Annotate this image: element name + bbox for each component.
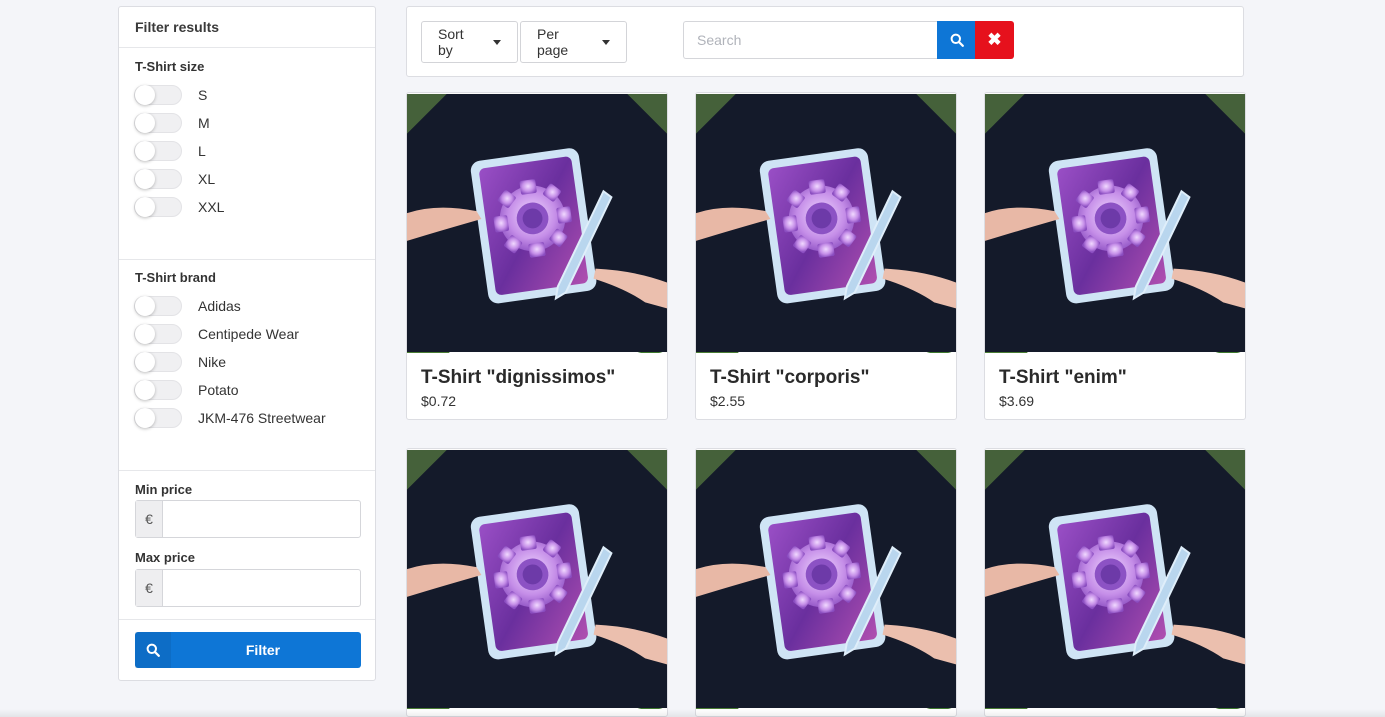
- size-m-toggle[interactable]: [134, 113, 182, 133]
- caret-down-icon: [602, 39, 610, 45]
- toolbar: Sort by Per page ✖: [406, 6, 1244, 77]
- product-card[interactable]: T-Shirt "corporis" $2.55: [695, 92, 957, 420]
- brand-option-centipede: Centipede Wear: [134, 324, 299, 344]
- filter-button[interactable]: Filter: [135, 632, 361, 668]
- product-name[interactable]: T-Shirt "enim": [999, 367, 1245, 389]
- divider: [119, 619, 375, 620]
- brand-adidas-toggle[interactable]: [134, 296, 182, 316]
- product-name[interactable]: T-Shirt "corporis": [710, 367, 956, 389]
- product-image: [407, 93, 667, 353]
- size-group-title: T-Shirt size: [135, 59, 205, 74]
- currency-addon: €: [136, 570, 163, 606]
- brand-adidas-label: Adidas: [198, 298, 241, 314]
- max-price-input[interactable]: [163, 570, 360, 606]
- filter-button-label: Filter: [245, 642, 281, 658]
- sort-by-label: Sort by: [438, 26, 464, 58]
- size-option-xl: XL: [134, 169, 215, 189]
- product-image: [696, 93, 956, 353]
- brand-group-title: T-Shirt brand: [135, 270, 216, 285]
- brand-jkm-label: JKM-476 Streetwear: [198, 410, 326, 426]
- size-option-m: M: [134, 113, 210, 133]
- min-price-input[interactable]: [163, 501, 360, 537]
- product-card[interactable]: T-Shirt "enim" $3.69: [984, 92, 1246, 420]
- product-card[interactable]: [406, 448, 668, 717]
- size-xl-toggle[interactable]: [134, 169, 182, 189]
- brand-centipede-toggle[interactable]: [134, 324, 182, 344]
- brand-potato-label: Potato: [198, 382, 239, 398]
- size-option-xxl: XXL: [134, 197, 224, 217]
- product-price: $3.69: [999, 393, 1035, 409]
- size-m-label: M: [198, 115, 210, 131]
- brand-option-jkm: JKM-476 Streetwear: [134, 408, 326, 428]
- divider: [119, 470, 375, 471]
- brand-option-nike: Nike: [134, 352, 226, 372]
- product-price: $0.72: [421, 393, 457, 409]
- min-price-label: Min price: [135, 482, 193, 497]
- search-button[interactable]: [937, 21, 976, 59]
- divider: [119, 259, 375, 260]
- sidebar-title: Filter results: [119, 7, 375, 48]
- sort-by-dropdown[interactable]: Sort by: [421, 21, 518, 63]
- product-card[interactable]: [984, 448, 1246, 717]
- brand-nike-label: Nike: [198, 354, 227, 370]
- min-price-group: €: [135, 500, 361, 538]
- per-page-dropdown[interactable]: Per page: [520, 21, 627, 63]
- product-card[interactable]: [695, 448, 957, 717]
- size-xxl-toggle[interactable]: [134, 197, 182, 217]
- product-image: [985, 449, 1245, 709]
- brand-potato-toggle[interactable]: [134, 380, 182, 400]
- size-l-label: L: [198, 143, 206, 159]
- per-page-label: Per page: [537, 26, 569, 58]
- size-option-l: L: [134, 141, 206, 161]
- size-l-toggle[interactable]: [134, 141, 182, 161]
- product-price: $2.55: [710, 393, 746, 409]
- size-xl-label: XL: [198, 171, 216, 187]
- max-price-group: €: [135, 569, 361, 607]
- product-card[interactable]: T-Shirt "dignissimos" $0.72: [406, 92, 668, 420]
- size-xxl-label: XXL: [198, 199, 225, 215]
- brand-centipede-label: Centipede Wear: [198, 326, 299, 342]
- size-s-label: S: [198, 87, 208, 103]
- brand-option-potato: Potato: [134, 380, 238, 400]
- size-option-s: S: [134, 85, 207, 105]
- product-image: [985, 93, 1245, 353]
- brand-jkm-toggle[interactable]: [134, 408, 182, 428]
- clear-search-button[interactable]: ✖: [975, 21, 1014, 59]
- close-icon: ✖: [987, 30, 1002, 49]
- max-price-label: Max price: [135, 550, 195, 565]
- product-image: [696, 449, 956, 709]
- bottom-shadow: [0, 709, 1385, 717]
- currency-addon: €: [136, 501, 163, 537]
- product-image: [407, 449, 667, 709]
- search-input[interactable]: [683, 21, 937, 59]
- search-icon: [950, 33, 964, 47]
- product-name[interactable]: T-Shirt "dignissimos": [421, 367, 667, 389]
- brand-option-adidas: Adidas: [134, 296, 241, 316]
- brand-nike-toggle[interactable]: [134, 352, 182, 372]
- caret-down-icon: [493, 39, 501, 45]
- search-icon: [135, 632, 171, 668]
- size-s-toggle[interactable]: [134, 85, 182, 105]
- filter-sidebar: Filter results T-Shirt size S M L XL XXL…: [118, 6, 376, 681]
